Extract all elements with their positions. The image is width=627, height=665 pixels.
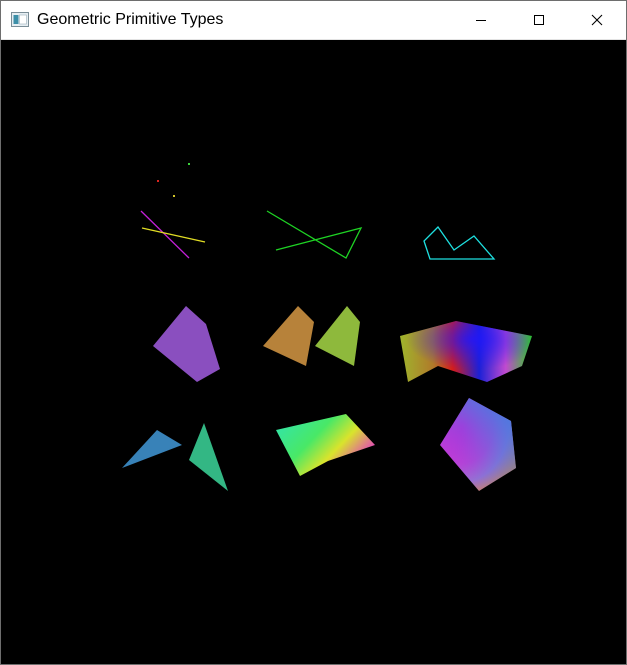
title-bar[interactable]: Geometric Primitive Types	[1, 1, 626, 40]
lines-primitive	[140, 210, 206, 259]
triangles-primitive	[122, 423, 228, 491]
close-button[interactable]	[568, 1, 626, 39]
application-window: Geometric Primitive Types	[0, 0, 627, 665]
triangle-strip-primitive	[276, 414, 375, 476]
points-primitive	[157, 163, 190, 197]
polygon-primitive	[153, 306, 220, 382]
maximize-icon	[534, 15, 544, 25]
opengl-canvas[interactable]	[1, 40, 626, 664]
quads-primitive	[263, 306, 360, 366]
minimize-icon	[476, 20, 486, 21]
triangle-fan-primitive	[440, 398, 516, 491]
close-icon	[591, 14, 603, 26]
line-loop-primitive	[423, 225, 496, 260]
quad-strip-primitive	[400, 321, 532, 382]
app-window-icon	[11, 12, 29, 27]
line-strip-primitive	[266, 210, 363, 259]
minimize-button[interactable]	[452, 1, 510, 39]
maximize-button[interactable]	[510, 1, 568, 39]
window-title: Geometric Primitive Types	[37, 11, 224, 28]
